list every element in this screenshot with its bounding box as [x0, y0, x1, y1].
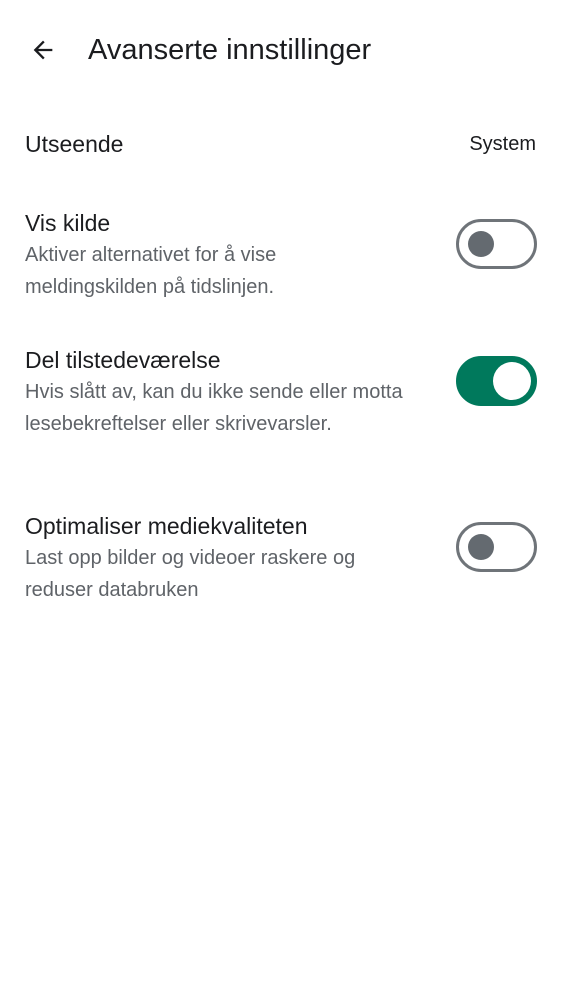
share-presence-toggle[interactable]	[456, 356, 537, 406]
optimize-media-setting-title: Optimaliser mediekvaliteten	[25, 513, 308, 539]
share-presence-setting-title: Del tilstedeværelse	[25, 347, 221, 373]
share-presence-setting-row[interactable]: Del tilstedeværelse Hvis slått av, kan d…	[0, 337, 562, 477]
top-app-bar: Avanserte innstillinger	[0, 0, 562, 100]
toggle-knob	[468, 231, 494, 257]
page-title: Avanserte innstillinger	[88, 34, 372, 66]
optimize-media-setting-row[interactable]: Optimaliser mediekvaliteten Last opp bil…	[0, 503, 562, 613]
appearance-setting-value: System	[469, 133, 536, 155]
show-source-toggle[interactable]	[456, 219, 537, 269]
optimize-media-toggle[interactable]	[456, 522, 537, 572]
share-presence-setting-description: Hvis slått av, kan du ikke sende eller m…	[25, 381, 403, 435]
appearance-setting-row[interactable]: Utseende System	[0, 120, 562, 170]
toggle-knob	[493, 362, 531, 400]
optimize-media-setting-description: Last opp bilder og videoer raskere og re…	[25, 547, 356, 601]
show-source-setting-row[interactable]: Vis kilde Aktiver alternativet for å vis…	[0, 200, 562, 310]
toggle-knob	[468, 534, 494, 560]
show-source-setting-title: Vis kilde	[25, 210, 111, 236]
appearance-setting-title: Utseende	[25, 131, 124, 157]
back-button[interactable]	[22, 29, 64, 71]
show-source-setting-description: Aktiver alternativet for å vise meldings…	[25, 244, 277, 298]
arrow-left-icon	[33, 40, 53, 60]
